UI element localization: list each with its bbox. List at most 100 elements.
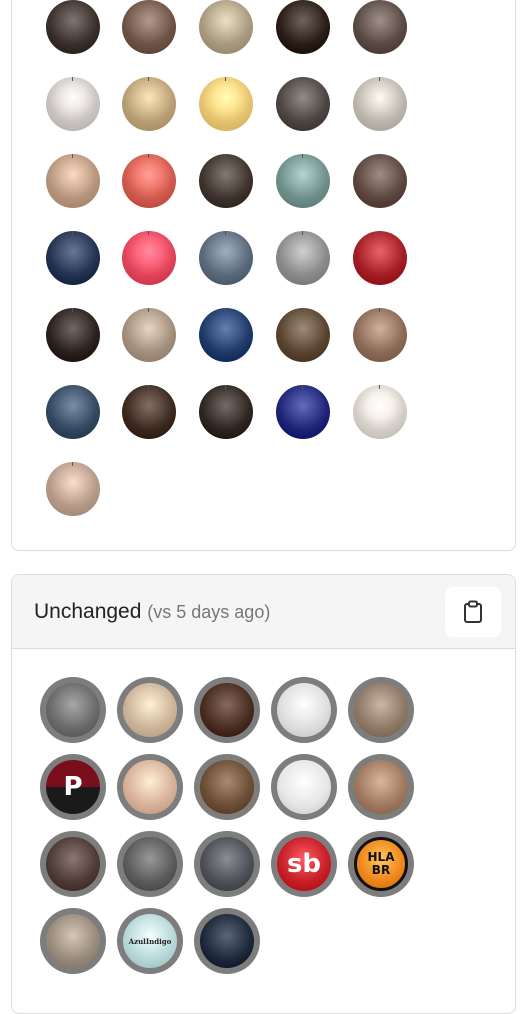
profile-avatar-22[interactable] [122, 308, 176, 362]
unchanged-avatar-7[interactable] [117, 754, 183, 820]
profile-avatar-14[interactable] [276, 154, 330, 208]
unchanged-avatar-8[interactable] [194, 754, 260, 820]
avatar-tick [72, 462, 73, 466]
avatar-tick [148, 154, 149, 158]
unchanged-avatar-1[interactable] [40, 677, 106, 743]
profile-avatar-30[interactable] [353, 385, 407, 439]
avatar-tick [302, 308, 303, 312]
profile-avatar-17[interactable] [122, 231, 176, 285]
profile-avatar-9[interactable] [276, 77, 330, 131]
avatar-image [277, 760, 331, 814]
avatar-image [46, 914, 100, 968]
profile-avatar-29[interactable] [276, 385, 330, 439]
unchanged-avatar-12[interactable] [117, 831, 183, 897]
section-title: Unchanged (vs 5 days ago) [34, 600, 270, 624]
avatar-tick [72, 231, 73, 235]
avatar-tick [225, 231, 226, 235]
profile-avatar-7[interactable] [122, 77, 176, 131]
avatar-tick [148, 231, 149, 235]
unchanged-avatar-2[interactable] [117, 677, 183, 743]
followers-card [11, 0, 516, 551]
avatar-image [123, 837, 177, 891]
profile-avatar-25[interactable] [353, 308, 407, 362]
avatar-tick [72, 308, 73, 312]
profile-avatar-1[interactable] [46, 0, 100, 54]
profile-avatar-18[interactable] [199, 231, 253, 285]
profile-avatar-28[interactable] [199, 385, 253, 439]
avatar-image: sb [277, 837, 331, 891]
unchanged-avatar-14[interactable]: sb [271, 831, 337, 897]
avatar-tick [148, 308, 149, 312]
avatar-logo-text: sb [286, 849, 322, 879]
profile-avatar-11[interactable] [46, 154, 100, 208]
profile-avatar-31[interactable] [46, 462, 100, 516]
avatar-tick [148, 385, 149, 389]
profile-avatar-2[interactable] [122, 0, 176, 54]
avatar-image [200, 837, 254, 891]
avatar-image: HLA BR [354, 837, 408, 891]
avatar-logo-text: AzulIndigo [128, 936, 172, 946]
unchanged-avatar-17[interactable]: AzulIndigo [117, 908, 183, 974]
avatar-image [200, 914, 254, 968]
profile-avatar-3[interactable] [199, 0, 253, 54]
unchanged-header: Unchanged (vs 5 days ago) [12, 575, 515, 649]
avatar-tick [225, 77, 226, 81]
avatar-tick [225, 385, 226, 389]
avatar-image [46, 837, 100, 891]
avatar-image [46, 683, 100, 737]
clipboard-icon [464, 600, 482, 623]
unchanged-avatar-6[interactable]: P [40, 754, 106, 820]
profile-avatar-4[interactable] [276, 0, 330, 54]
unchanged-avatar-16[interactable] [40, 908, 106, 974]
unchanged-avatar-4[interactable] [271, 677, 337, 743]
section-title-text: Unchanged [34, 600, 142, 623]
profile-avatar-24[interactable] [276, 308, 330, 362]
avatar-tick [148, 77, 149, 81]
avatar-image: AzulIndigo [123, 914, 177, 968]
avatar-tick [379, 308, 380, 312]
avatar-image [354, 683, 408, 737]
avatar-image [123, 760, 177, 814]
profile-avatar-6[interactable] [46, 77, 100, 131]
avatar-tick [72, 77, 73, 81]
profile-avatar-23[interactable] [199, 308, 253, 362]
section-subtitle: (vs 5 days ago) [147, 602, 271, 622]
avatar-image [200, 760, 254, 814]
profile-avatar-20[interactable] [353, 231, 407, 285]
unchanged-avatar-5[interactable] [348, 677, 414, 743]
unchanged-avatar-10[interactable] [348, 754, 414, 820]
profile-avatar-16[interactable] [46, 231, 100, 285]
profile-avatar-19[interactable] [276, 231, 330, 285]
avatar-tick [302, 231, 303, 235]
profile-avatar-12[interactable] [122, 154, 176, 208]
unchanged-avatar-18[interactable] [194, 908, 260, 974]
copy-button[interactable] [445, 587, 501, 637]
avatar-tick [302, 77, 303, 81]
unchanged-avatar-13[interactable] [194, 831, 260, 897]
profile-avatar-21[interactable] [46, 308, 100, 362]
profile-avatar-8[interactable] [199, 77, 253, 131]
avatar-logo-text: HLA BR [367, 850, 395, 877]
avatar-image [277, 683, 331, 737]
profile-avatar-27[interactable] [122, 385, 176, 439]
unchanged-avatar-11[interactable] [40, 831, 106, 897]
avatar-tick [302, 154, 303, 158]
profile-avatar-13[interactable] [199, 154, 253, 208]
unchanged-avatar-3[interactable] [194, 677, 260, 743]
avatar-tick [379, 154, 380, 158]
avatar-tick [379, 77, 380, 81]
avatar-tick [379, 385, 380, 389]
avatar-image [123, 683, 177, 737]
profile-avatar-15[interactable] [353, 154, 407, 208]
unchanged-avatar-9[interactable] [271, 754, 337, 820]
avatar-image [354, 760, 408, 814]
unchanged-avatar-15[interactable]: HLA BR [348, 831, 414, 897]
avatar-tick [225, 154, 226, 158]
profile-avatar-26[interactable] [46, 385, 100, 439]
avatar-tick [72, 154, 73, 158]
profile-avatar-5[interactable] [353, 0, 407, 54]
avatar-logo-text: P [63, 772, 83, 802]
unchanged-card: Unchanged (vs 5 days ago) Psb HLA BR AzulI… [11, 574, 516, 1014]
profile-avatar-10[interactable] [353, 77, 407, 131]
avatar-tick [379, 231, 380, 235]
